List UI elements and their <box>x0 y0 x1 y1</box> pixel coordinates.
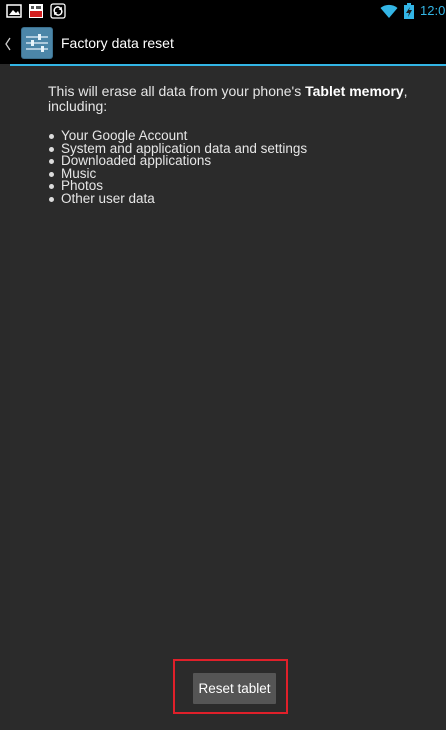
intro-bold: Tablet memory <box>305 83 404 99</box>
content-panel: This will erase all data from your phone… <box>10 66 446 730</box>
list-item: Other user data <box>48 190 307 206</box>
action-bar: Factory data reset <box>0 22 446 64</box>
page-title: Factory data reset <box>61 35 174 51</box>
bullet-icon <box>49 184 54 189</box>
back-caret-icon[interactable] <box>4 37 12 51</box>
settings-icon[interactable] <box>20 26 54 60</box>
status-time: 12:0 <box>420 3 446 18</box>
reset-tablet-button[interactable]: Reset tablet <box>193 673 276 704</box>
bullet-icon <box>49 146 54 152</box>
erase-items-list: Your Google Account System and applicati… <box>48 129 307 206</box>
bullet-icon <box>49 134 54 139</box>
wifi-icon <box>380 4 398 18</box>
intro-text: This will erase all data from your phone… <box>48 84 428 114</box>
sync-icon <box>50 3 66 19</box>
bullet-icon <box>49 171 54 177</box>
bullet-icon <box>49 159 54 164</box>
intro-prefix: This will erase all data from your phone… <box>48 83 306 99</box>
list-item-label: Other user data <box>61 190 155 206</box>
gallery-icon <box>6 4 22 18</box>
status-bar: 12:0 <box>0 0 446 22</box>
bullet-icon <box>49 196 54 202</box>
battery-charging-icon <box>404 3 414 19</box>
screen: 12:0 Factory data reset This will erase … <box>0 0 446 730</box>
app-notification-icon <box>29 4 43 18</box>
